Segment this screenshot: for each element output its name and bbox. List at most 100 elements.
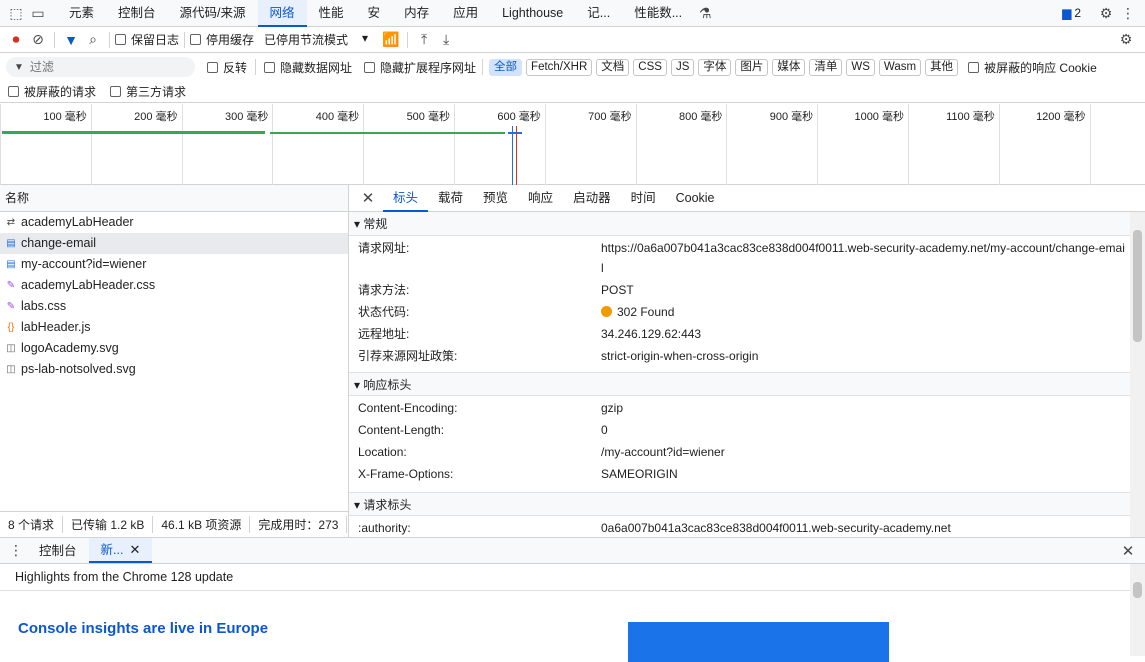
hide-extension-urls-checkbox[interactable]: 隐藏扩展程序网址 [364,59,476,76]
name-column-header[interactable]: 名称 [0,185,348,212]
timeline-tick: 300 毫秒 [181,104,273,185]
drawer-tab[interactable]: 控制台 [27,538,89,563]
filter-input[interactable] [29,60,170,74]
svg-file-icon: ◫ [6,342,16,354]
resource-type-chip[interactable]: 其他 [925,58,959,76]
panel-tab[interactable]: 网络 [257,0,307,27]
blocked-requests-label: 被屏蔽的请求 [24,85,97,99]
panel-tab[interactable]: 元素 [57,0,106,27]
headers-content: ▾ 常规 请求网址: https://0a6a007b041a3cac83ce83… [349,212,1145,537]
resource-type-chip[interactable]: Fetch/XHR [526,58,593,76]
filter-input-wrapper[interactable]: ▼ [6,57,195,77]
requests-list: ⇄ academyLabHeader ▤ change-email ▤ my-accoun… [0,212,348,380]
request-row[interactable]: ⇄ academyLabHeader [0,212,348,233]
resource-type-chip[interactable]: Wasm [878,58,922,76]
timeline-tick: 800 毫秒 [635,104,727,185]
more-options-icon[interactable]: ⋮ [1117,2,1139,24]
resource-type-chip[interactable]: 字体 [698,58,732,76]
details-tab[interactable]: 载荷 [428,185,473,212]
settings-icon[interactable]: ⚙ [1095,2,1117,24]
third-party-checkbox[interactable]: 第三方请求 [110,83,186,100]
clear-icon[interactable]: ⊘ [27,29,49,51]
details-tab[interactable]: 时间 [621,185,666,212]
details-tab[interactable]: 标头 [383,185,429,212]
close-drawer-icon[interactable]: ✕ [1117,540,1139,562]
details-tab[interactable]: 响应 [518,185,563,212]
resource-type-chip[interactable]: 清单 [809,58,843,76]
resource-type-chip[interactable]: 媒体 [772,58,806,76]
request-row[interactable]: {} labHeader.js [0,317,348,338]
details-scrollbar[interactable] [1130,212,1145,537]
divider [184,31,186,48]
throttle-select[interactable]: 已停用节流模式 ▾ [264,31,368,48]
panel-tab[interactable]: Lighthouse [490,0,575,27]
resource-type-chip[interactable]: WS [846,58,875,76]
timeline-tick: 1000 毫秒 [817,104,908,185]
devtools-main-tabbar: ⬚ ▭ 元素 控制台 源代码/来源 网络 性能安内存 应用 Lighthouse 记... 性能… [0,0,1145,27]
header-row: :authority: 0a6a007b041a3cac83ce838d004f0… [349,516,1130,537]
device-toolbar-icon[interactable]: ▭ [27,2,49,24]
resource-type-chip[interactable]: 全部 [489,58,523,76]
details-tab[interactable]: 预览 [473,185,518,212]
search-icon[interactable]: ⌕ [82,29,104,51]
panel-tab[interactable]: 性能 [307,0,356,27]
panel-tab[interactable]: 记... [575,0,622,27]
resource-type-chip[interactable]: 图片 [735,58,769,76]
inspect-element-icon[interactable]: ⬚ [5,2,27,24]
scrollbar-thumb[interactable] [1133,230,1142,342]
header-row: 远程地址: 34.246.129.62:443 [349,322,1130,344]
blocked-requests-checkbox[interactable]: 被屏蔽的请求 [8,83,96,100]
filter-icon[interactable]: ▼ [60,29,82,51]
panel-tab[interactable]: 应用 [441,0,490,27]
disable-cache-checkbox[interactable]: 停用缓存 [190,31,254,48]
throttle-value: 已停用节流模式 [264,33,349,47]
header-key: 引荐来源网址政策: [358,349,458,363]
drawer-scrollbar[interactable] [1130,564,1145,656]
resource-type-chip[interactable]: JS [670,58,695,76]
experiment-icon[interactable]: ⚗ [694,2,716,24]
issues-counter[interactable]: ▆ 2 [1062,6,1081,20]
general-section-header[interactable]: ▾ 常规 [349,212,1130,236]
hide-data-urls-checkbox[interactable]: 隐藏数据网址 [264,59,352,76]
invert-checkbox[interactable]: 反转 [207,59,247,76]
request-headers-section-header[interactable]: ▾ 请求标头 [349,492,1130,516]
import-har-icon[interactable]: ⤒ [413,29,435,51]
request-row[interactable]: ▤ my-account?id=wiener [0,254,348,275]
svg-file-icon: ◫ [6,363,16,375]
load-event-marker [516,126,517,185]
details-tab[interactable]: Cookie [666,185,725,212]
panel-tab[interactable]: 源代码/来源 [168,0,258,27]
close-icon[interactable]: ✕ [357,187,379,209]
request-row[interactable]: ◫ logoAcademy.svg [0,338,348,359]
request-row[interactable]: ✎ academyLabHeader.css [0,275,348,296]
panel-tab[interactable]: 控制台 [106,0,168,27]
request-row[interactable]: ▤ change-email [0,233,348,254]
scrollbar-thumb[interactable] [1133,582,1142,598]
drawer-menu-icon[interactable]: ⋮ [5,540,27,562]
console-insights-headline[interactable]: Console insights are live in Europe [18,620,268,637]
resource-type-chip[interactable]: 文档 [596,58,630,76]
request-row[interactable]: ◫ ps-lab-notsolved.svg [0,359,348,380]
response-headers-section-header[interactable]: ▾ 响应标头 [349,372,1130,396]
js-file-icon: {} [7,321,15,333]
checkbox-box [8,86,19,97]
response-headers-title: 响应标头 [363,378,412,392]
blocked-cookies-checkbox[interactable]: 被屏蔽的响应 Cookie [968,59,1097,76]
network-conditions-icon[interactable]: 📶 [380,29,402,51]
drawer-tab[interactable]: 新... ✕ [88,538,153,563]
details-tab[interactable]: 启动器 [563,185,621,212]
header-row: Location: /my-account?id=wiener [349,440,1130,462]
close-tab-icon[interactable]: ✕ [129,538,140,562]
request-row[interactable]: ✎ labs.css [0,296,348,317]
network-settings-icon[interactable]: ⚙ [1115,29,1137,51]
divider [255,59,257,75]
timeline-tick: 900 毫秒 [726,104,817,185]
panel-tab[interactable]: 性能数... [622,0,694,27]
network-overview-timeline[interactable]: 100 毫秒 200 毫秒 300 毫秒 400 毫秒 500 毫秒 600 毫秒 700 … [0,104,1145,185]
panel-tab[interactable]: 内存 [392,0,441,27]
resource-type-chip[interactable]: CSS [633,58,667,76]
preserve-log-checkbox[interactable]: 保留日志 [115,31,179,48]
export-har-icon[interactable]: ⤓ [435,29,457,51]
panel-tab[interactable]: 安 [356,0,393,27]
record-icon[interactable]: ⏺ [5,29,27,51]
